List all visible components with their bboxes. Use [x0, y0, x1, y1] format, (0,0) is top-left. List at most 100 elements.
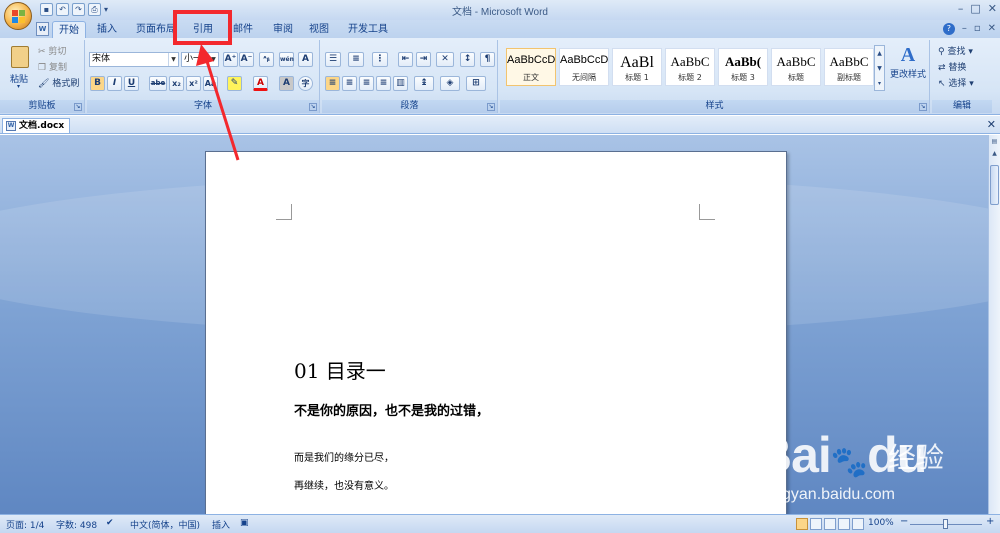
line-spacing-icon: ↨ [420, 78, 428, 88]
highlight-color-button[interactable]: ✎ [227, 76, 242, 91]
font-size-combo[interactable]: 小一 ▼ [181, 52, 219, 67]
clear-format-button[interactable]: ᴬᵦ [259, 52, 274, 67]
enclose-characters-button[interactable]: 字 [298, 76, 313, 91]
justify-button[interactable]: ≡ [376, 76, 391, 91]
styles-launcher-icon[interactable]: ↘ [919, 103, 927, 111]
document-tab[interactable]: W 文档.docx [2, 118, 71, 133]
style-tile[interactable]: AaBbC 标题 2 [665, 48, 715, 86]
multilevel-list-button[interactable]: ⋮ [372, 52, 388, 67]
grow-font-button[interactable]: A⁺ [223, 52, 238, 67]
proofing-icon[interactable]: ✔ [106, 518, 114, 528]
shading-button[interactable]: ◈ [440, 76, 460, 91]
doc-minimize-button[interactable]: – [962, 23, 967, 35]
cut-button[interactable]: ✂ 剪切 [38, 44, 66, 57]
maximize-button[interactable]: □ [970, 2, 980, 15]
show-marks-button[interactable]: ¶ [480, 52, 495, 67]
draft-view-icon[interactable] [852, 518, 864, 530]
tab-mailings[interactable]: 邮件 [228, 21, 258, 39]
format-painter-button[interactable]: 🖌 格式刷 [38, 76, 79, 89]
minimize-button[interactable]: – [958, 2, 964, 15]
character-shading-button[interactable]: A [279, 76, 294, 91]
style-tile[interactable]: AaBbC 标题 [771, 48, 821, 86]
close-button[interactable]: ✕ [988, 2, 997, 15]
tab-insert[interactable]: 插入 [92, 21, 122, 39]
italic-button[interactable]: I [107, 76, 122, 91]
style-name: 标题 3 [731, 73, 755, 82]
distributed-button[interactable]: ▥ [393, 76, 408, 91]
zoom-in-button[interactable]: + [986, 516, 994, 527]
font-name-combo[interactable]: 宋体 ▼ [89, 52, 179, 67]
increase-indent-button[interactable]: ⇥ [416, 52, 431, 67]
language-indicator[interactable]: 中文(简体，中国) [130, 518, 200, 531]
page-indicator[interactable]: 页面: 1/4 [6, 518, 44, 531]
clipboard-launcher-icon[interactable]: ↘ [74, 103, 82, 111]
superscript-button[interactable]: x² [186, 76, 201, 91]
find-button[interactable]: ⚲ 查找 ▾ [938, 44, 973, 57]
align-center-button[interactable]: ≡ [342, 76, 357, 91]
style-tile[interactable]: AaBbCcD 正文 [506, 48, 556, 86]
paragraph-launcher-icon[interactable]: ↘ [487, 103, 495, 111]
binoculars-icon: ⚲ [938, 47, 945, 57]
zoom-slider-thumb[interactable] [943, 519, 948, 529]
change-case-button[interactable]: Aa [203, 76, 218, 91]
document-heading[interactable]: 01 目录一 [294, 355, 386, 384]
sort-button[interactable]: ↕ [460, 52, 475, 67]
select-button[interactable]: ↖ 选择 ▾ [938, 76, 974, 89]
borders-button[interactable]: ⊞ [466, 76, 486, 91]
underline-button[interactable]: U [124, 76, 139, 91]
doc-close-button[interactable]: ✕ [988, 23, 996, 35]
full-screen-view-icon[interactable] [810, 518, 822, 530]
scrollbar-thumb[interactable] [990, 165, 999, 205]
style-tile[interactable]: AaBbCcD 无间隔 [559, 48, 609, 86]
scroll-up-icon[interactable]: ▲ [990, 149, 999, 159]
replace-button[interactable]: ⇄ 替换 [938, 60, 966, 73]
close-document-icon[interactable]: ✕ [987, 118, 996, 131]
decrease-indent-button[interactable]: ⇤ [398, 52, 413, 67]
change-styles-button[interactable]: A 更改样式 [888, 44, 928, 94]
outline-view-icon[interactable] [838, 518, 850, 530]
print-layout-view-icon[interactable] [796, 518, 808, 530]
font-launcher-icon[interactable]: ↘ [309, 103, 317, 111]
copy-button[interactable]: ❐ 复制 [38, 60, 67, 73]
insert-mode[interactable]: 插入 [212, 518, 230, 531]
line-spacing-button[interactable]: ↨ [414, 76, 434, 91]
character-border-button[interactable]: A [298, 52, 313, 67]
align-center-icon: ≡ [345, 78, 354, 88]
shrink-font-button[interactable]: A⁻ [239, 52, 254, 67]
document-paragraph[interactable]: 而是我们的缘分已尽， [294, 449, 394, 464]
tab-developer[interactable]: 开发工具 [344, 21, 392, 39]
font-color-button[interactable]: A [253, 76, 268, 91]
tab-review[interactable]: 审阅 [268, 21, 298, 39]
align-right-button[interactable]: ≡ [359, 76, 374, 91]
office-button[interactable] [4, 2, 32, 30]
vertical-scrollbar[interactable]: ▤ ▲ [988, 135, 1000, 514]
style-tile[interactable]: AaBbC 副标题 [824, 48, 874, 86]
word-count[interactable]: 字数: 498 [56, 518, 97, 531]
document-paragraph[interactable]: 再继续，也没有意义。 [294, 477, 394, 492]
chinese-layout-button[interactable]: ✕ [436, 52, 454, 67]
editing-group-label: 编辑 [932, 100, 992, 113]
sort-icon: ↕ [463, 54, 472, 64]
bold-button[interactable]: B [90, 76, 105, 91]
style-tile[interactable]: AaBb(标题 3 [718, 48, 768, 86]
styles-scroll[interactable]: ▲ ▼ ▾ [874, 45, 885, 91]
style-tile[interactable]: AaBl 标题 1 [612, 48, 662, 86]
zoom-level[interactable]: 100% [868, 518, 894, 528]
align-left-button[interactable]: ≡ [325, 76, 340, 91]
macro-record-icon[interactable]: ▣ [240, 518, 249, 528]
numbering-button[interactable]: ≡ [348, 52, 364, 67]
web-layout-view-icon[interactable] [824, 518, 836, 530]
document-bold-line[interactable]: 不是你的原因，也不是我的过错， [294, 400, 489, 419]
paste-button[interactable]: 粘贴 ▾ [6, 44, 34, 92]
bullets-button[interactable]: ☰ [325, 52, 341, 67]
strikethrough-button[interactable]: abe [149, 76, 167, 91]
tab-view[interactable]: 视图 [304, 21, 334, 39]
zoom-out-button[interactable]: − [900, 516, 908, 527]
help-icon[interactable]: ? [942, 23, 955, 35]
phonetic-guide-button[interactable]: wén [279, 52, 294, 67]
doc-restore-button[interactable]: ▫ [974, 23, 981, 35]
document-page[interactable]: 01 目录一 不是你的原因，也不是我的过错， 而是我们的缘分已尽， 再继续，也没… [205, 151, 787, 514]
ruler-toggle-icon[interactable]: ▤ [990, 137, 999, 147]
tab-home[interactable]: 开始 [52, 21, 86, 39]
subscript-button[interactable]: x₂ [169, 76, 184, 91]
